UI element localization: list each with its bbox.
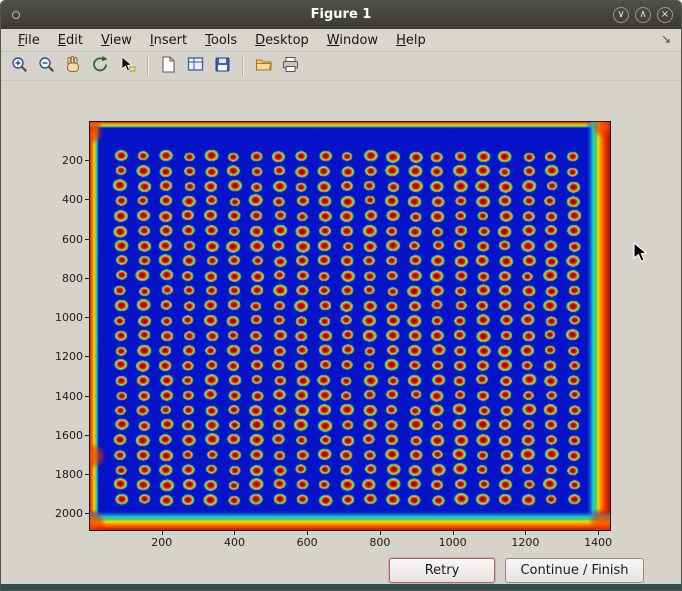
menubar-items: FileEditViewInsertToolsDesktopWindowHelp <box>9 31 435 50</box>
toolbar-print-button[interactable] <box>278 54 302 78</box>
window-bottom-border[interactable] <box>1 584 681 590</box>
open-icon <box>254 55 273 78</box>
maximize-button[interactable]: ∧ <box>635 7 651 23</box>
toolbar-plot-tools-button[interactable] <box>183 54 207 78</box>
x-tick-mark <box>598 531 599 535</box>
y-tick-mark <box>85 239 89 240</box>
y-tick-label: 2000 <box>43 507 83 520</box>
plot-tools-icon <box>186 55 205 78</box>
y-tick-mark <box>85 278 89 279</box>
zoom-out-icon <box>37 55 56 78</box>
x-tick-label: 200 <box>140 536 184 549</box>
x-tick-mark <box>380 531 381 535</box>
x-tick-label: 400 <box>212 536 256 549</box>
y-tick-label: 400 <box>43 193 83 206</box>
window-controls: ∨ ∧ × <box>613 7 673 23</box>
window-title: Figure 1 <box>1 7 681 22</box>
menu-item-desktop[interactable]: Desktop <box>246 31 318 50</box>
toolbar-separator <box>147 56 148 76</box>
menu-item-tools[interactable]: Tools <box>196 31 246 50</box>
x-tick-label: 800 <box>358 536 402 549</box>
toolbar-open-button[interactable] <box>251 54 275 78</box>
titlebar[interactable]: Figure 1 ∨ ∧ × <box>1 1 681 29</box>
retry-button[interactable]: Retry <box>389 558 495 583</box>
y-tick-mark <box>85 199 89 200</box>
toolbar-save-button[interactable] <box>210 54 234 78</box>
x-tick-mark <box>162 531 163 535</box>
menu-item-window[interactable]: Window <box>318 31 387 50</box>
toolbar <box>1 52 681 81</box>
y-tick-label: 1000 <box>43 311 83 324</box>
menu-item-file[interactable]: File <box>9 31 49 50</box>
toolbar-zoom-out-button[interactable] <box>34 54 58 78</box>
y-tick-label: 1800 <box>43 468 83 481</box>
menu-item-insert[interactable]: Insert <box>141 31 196 50</box>
x-tick-mark <box>234 531 235 535</box>
menu-overflow-icon[interactable]: ↘ <box>661 32 671 46</box>
y-tick-mark <box>85 513 89 514</box>
x-tick-label: 600 <box>285 536 329 549</box>
x-tick-label: 1400 <box>576 536 620 549</box>
save-icon <box>213 55 232 78</box>
toolbar-rotate-3d-button[interactable] <box>88 54 112 78</box>
shade-button[interactable]: ∨ <box>613 7 629 23</box>
x-tick-mark <box>453 531 454 535</box>
x-tick-label: 1000 <box>431 536 475 549</box>
y-tick-mark <box>85 435 89 436</box>
menubar: FileEditViewInsertToolsDesktopWindowHelp… <box>1 29 681 52</box>
pan-icon <box>64 55 83 78</box>
y-tick-label: 800 <box>43 272 83 285</box>
print-icon <box>281 55 300 78</box>
toolbar-pan-button[interactable] <box>61 54 85 78</box>
y-tick-label: 1600 <box>43 429 83 442</box>
y-tick-label: 1400 <box>43 390 83 403</box>
x-tick-mark <box>307 531 308 535</box>
continue-finish-button[interactable]: Continue / Finish <box>505 558 644 583</box>
y-tick-mark <box>85 160 89 161</box>
new-figure-icon <box>159 55 178 78</box>
heatmap-image[interactable] <box>89 121 611 531</box>
zoom-in-icon <box>10 55 29 78</box>
y-tick-mark <box>85 317 89 318</box>
axes-area: 2004006008001000120014001600180020002004… <box>89 121 611 531</box>
y-tick-label: 200 <box>43 154 83 167</box>
y-tick-label: 1200 <box>43 350 83 363</box>
menu-item-help[interactable]: Help <box>387 31 435 50</box>
figure-window: Figure 1 ∨ ∧ × FileEditViewInsertToolsDesk… <box>0 0 682 591</box>
close-button[interactable]: × <box>657 7 673 23</box>
x-tick-mark <box>525 531 526 535</box>
toolbar-zoom-in-button[interactable] <box>7 54 31 78</box>
y-tick-mark <box>85 356 89 357</box>
menu-item-view[interactable]: View <box>92 31 141 50</box>
data-cursor-icon <box>118 55 137 78</box>
rotate-3d-icon <box>91 55 110 78</box>
toolbar-new-figure-button[interactable] <box>156 54 180 78</box>
y-tick-mark <box>85 396 89 397</box>
toolbar-separator <box>242 56 243 76</box>
y-tick-label: 600 <box>43 233 83 246</box>
toolbar-data-cursor-button[interactable] <box>115 54 139 78</box>
y-tick-mark <box>85 474 89 475</box>
x-tick-label: 1200 <box>503 536 547 549</box>
menu-item-edit[interactable]: Edit <box>49 31 92 50</box>
